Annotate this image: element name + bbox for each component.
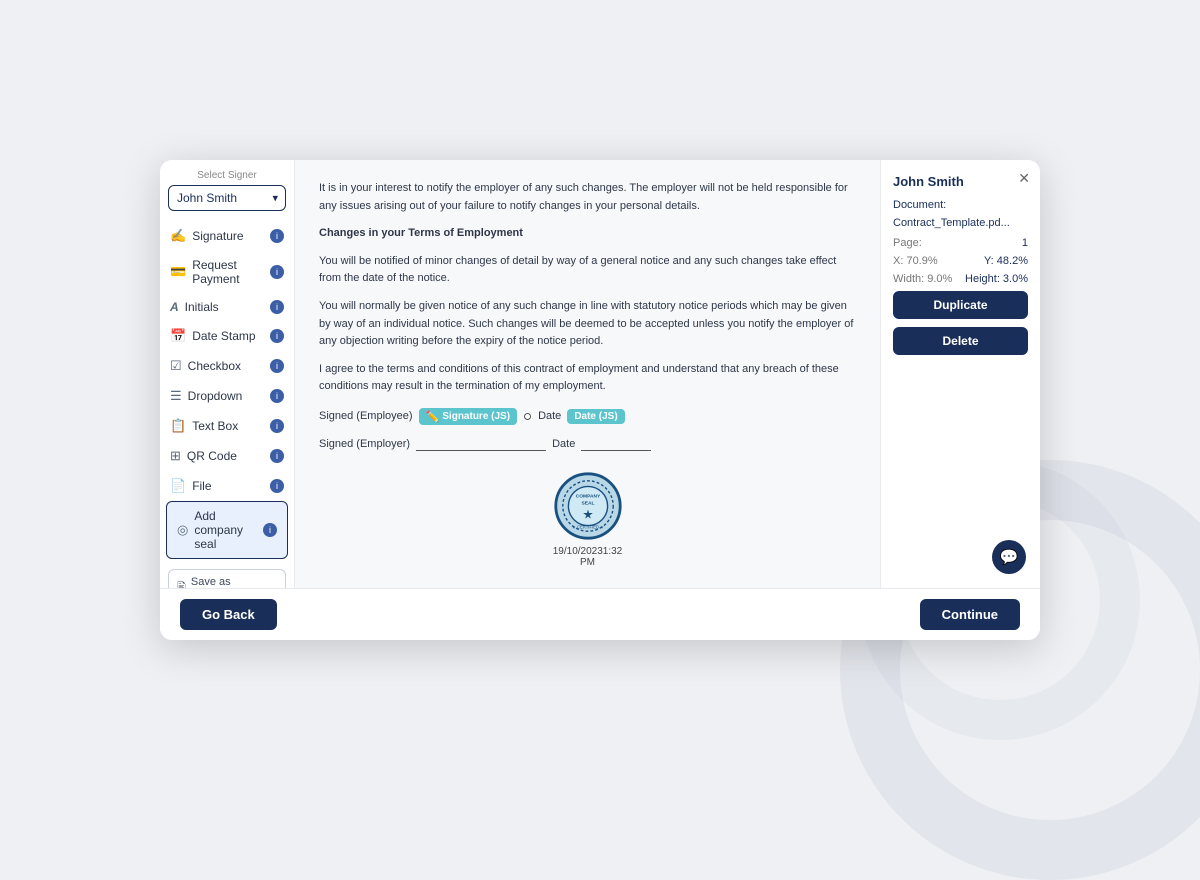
signer-dropdown-wrapper[interactable]: John Smith [168,185,286,211]
sidebar-item-checkbox[interactable]: ☑ Checkbox i [160,351,294,381]
signature-info[interactable]: i [270,229,284,243]
date-field[interactable]: Date (JS) [567,409,624,424]
payment-info[interactable]: i [270,265,284,279]
dropdown-info[interactable]: i [270,389,284,403]
employer-date-underline [581,437,651,451]
panel-document-row: Document: [893,199,1028,211]
duplicate-button[interactable]: Duplicate [893,291,1028,319]
right-panel: ✕ John Smith Document: Contract_Template… [880,160,1040,588]
pen-icon: ✏️ [426,410,440,423]
sidebar-item-add-company-seal[interactable]: ◎ Add company seal i [166,501,288,559]
initials-icon: A [170,300,179,314]
document-label: Document: [893,199,946,211]
width-label: Width: 9.0% [893,273,952,285]
doc-intro: It is in your interest to notify the emp… [319,180,856,215]
panel-wh-row: Width: 9.0% Height: 3.0% [893,273,1028,285]
employer-sig-underline [416,437,546,451]
sidebar-label-qr-code: QR Code [187,449,237,463]
document-value: Contract_Template.pd... [893,217,1028,229]
sidebar: Select Signer John Smith ✍️ Signature i [160,160,295,588]
continue-button[interactable]: Continue [920,599,1020,630]
save-template-button[interactable]: 🖹 Save as Template [168,569,286,588]
svg-text:SEAL: SEAL [581,501,594,507]
sidebar-item-signature[interactable]: ✍️ Signature i [160,221,294,251]
sidebar-item-dropdown[interactable]: ☰ Dropdown i [160,381,294,411]
panel-name: John Smith [893,174,1028,189]
date-label-2: Date [552,438,575,450]
date-label-1: Date [538,410,561,422]
text-box-icon: 📋 [170,418,186,434]
signed-employer-label: Signed (Employer) [319,438,410,450]
qr-code-icon: ⊞ [170,448,181,464]
chat-icon: 💬 [1000,548,1019,566]
sidebar-item-text-box[interactable]: 📋 Text Box i [160,411,294,441]
sidebar-label-file: File [192,479,211,493]
height-label: Height: 3.0% [965,273,1028,285]
signed-employer-line: Signed (Employer) Date [319,437,856,451]
y-label: Y: 48.2% [984,255,1028,267]
sidebar-item-initials[interactable]: A Initials i [160,293,294,321]
sidebar-label-add-company-seal: Add company seal [194,509,263,551]
svg-text:COMPANY: COMPANY [575,494,600,500]
sidebar-label-date-stamp: Date Stamp [192,329,255,343]
initials-info[interactable]: i [270,300,284,314]
checkbox-icon: ☑ [170,358,182,374]
doc-section-title: Changes in your Terms of Employment [319,225,856,243]
save-template-icon: 🖹 [177,579,186,589]
company-seal-svg: COMPANY SEAL ★ CERTIFIED ★ [553,471,623,541]
qr-code-info[interactable]: i [270,449,284,463]
signed-employee-line: Signed (Employee) ✏️ Signature (JS) Date… [319,408,856,425]
sidebar-label-signature: Signature [192,229,243,243]
signed-employee-label: Signed (Employee) [319,410,413,422]
payment-icon: 💳 [170,264,186,280]
signer-select[interactable]: John Smith [168,185,286,211]
sig-field-label: Signature (JS) [442,411,510,422]
page-value: 1 [1022,237,1028,249]
signer-select-wrapper: Select Signer John Smith [168,170,286,211]
dropdown-icon: ☰ [170,388,182,404]
company-seal-icon: ◎ [177,522,188,538]
chat-bubble-button[interactable]: 💬 [992,540,1026,574]
file-info[interactable]: i [270,479,284,493]
date-stamp-icon: 📅 [170,328,186,344]
doc-text2: You will normally be given notice of any… [319,298,856,351]
checkbox-info[interactable]: i [270,359,284,373]
file-icon: 📄 [170,478,186,494]
connector-dot [524,413,531,420]
modal-body: Select Signer John Smith ✍️ Signature i [160,160,1040,588]
panel-page-row: Page: 1 [893,237,1028,249]
delete-button[interactable]: Delete [893,327,1028,355]
signature-icon: ✍️ [170,228,186,244]
sidebar-label-checkbox: Checkbox [188,359,241,373]
sidebar-item-request-payment[interactable]: 💳 Request Payment i [160,251,294,293]
modal-footer: Go Back Continue [160,588,1040,640]
select-signer-label: Select Signer [168,170,286,181]
sidebar-item-date-stamp[interactable]: 📅 Date Stamp i [160,321,294,351]
go-back-button[interactable]: Go Back [180,599,277,630]
page-label: Page: [893,237,922,249]
document-area: It is in your interest to notify the emp… [295,160,880,588]
doc-text3: I agree to the terms and conditions of t… [319,361,856,396]
svg-text:★ CERTIFIED ★: ★ CERTIFIED ★ [572,524,604,529]
modal: Select Signer John Smith ✍️ Signature i [160,160,1040,640]
panel-xy-row: X: 70.9% Y: 48.2% [893,255,1028,267]
sidebar-label-initials: Initials [185,300,219,314]
x-label: X: 70.9% [893,255,938,267]
company-seal-info[interactable]: i [263,523,277,537]
company-seal-area: COMPANY SEAL ★ CERTIFIED ★ 19/10/20231:3… [319,471,856,568]
sidebar-item-qr-code[interactable]: ⊞ QR Code i [160,441,294,471]
signature-field[interactable]: ✏️ Signature (JS) [419,408,518,425]
text-box-info[interactable]: i [270,419,284,433]
sidebar-label-request-payment: Request Payment [192,258,270,286]
sidebar-label-text-box: Text Box [192,419,238,433]
seal-timestamp: 19/10/20231:32PM [553,546,623,568]
sidebar-item-file[interactable]: 📄 File i [160,471,294,501]
sidebar-label-dropdown: Dropdown [188,389,243,403]
save-template-label: Save as Template [191,576,277,588]
date-stamp-info[interactable]: i [270,329,284,343]
doc-text1: You will be notified of minor changes of… [319,253,856,288]
close-button[interactable]: ✕ [1018,170,1030,187]
